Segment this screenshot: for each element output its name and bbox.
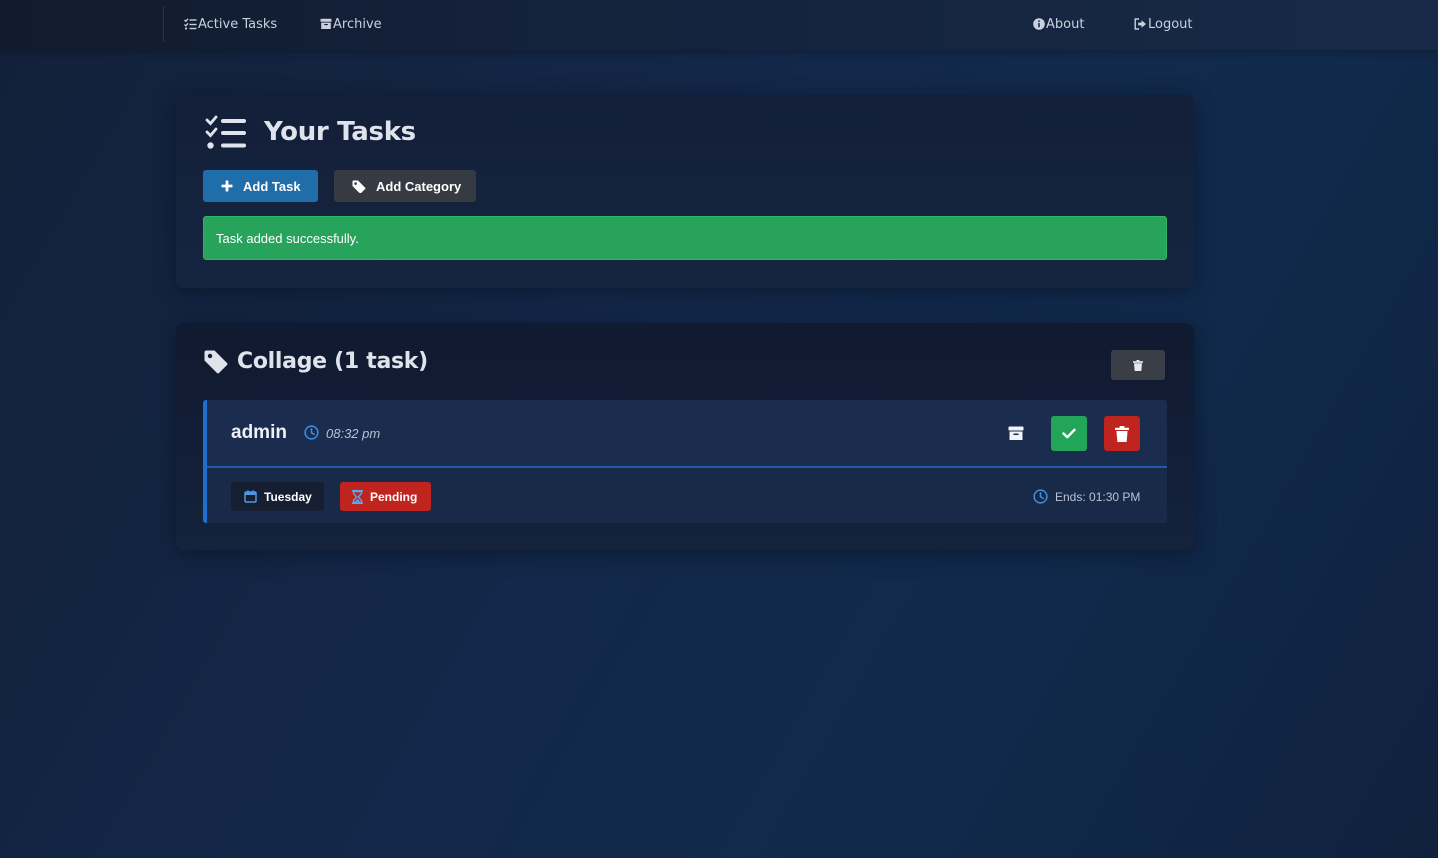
tag-icon [352,180,366,193]
check-icon [1062,428,1076,439]
add-category-button[interactable]: Add Category [334,170,476,202]
nav-about-label: About [1046,16,1085,32]
hourglass-icon [352,489,363,504]
archive-task-button[interactable] [998,416,1034,451]
nav-active-tasks[interactable]: Active Tasks [184,15,277,33]
list-check-icon [205,115,246,149]
day-badge: Tuesday [231,482,324,511]
task-name: admin [231,422,287,443]
nav-active-tasks-label: Active Tasks [198,16,278,32]
complete-task-button[interactable] [1051,416,1087,451]
archive-box-icon [1008,426,1024,440]
list-check-icon [184,18,197,30]
status-label: Pending [370,489,418,504]
task-divider [207,466,1167,468]
tag-icon [204,350,228,374]
nav-logout-label: Logout [1148,16,1193,32]
top-navbar: Active Tasks Archive About Logout [0,0,1438,50]
nav-logout[interactable]: Logout [1134,15,1193,33]
info-circle-icon [1033,18,1045,30]
plus-icon [221,180,233,192]
add-task-button[interactable]: Add Task [203,170,318,202]
nav-divider [163,6,164,42]
nav-about[interactable]: About [1033,15,1084,33]
archive-box-icon [320,18,332,29]
clock-icon [1033,489,1048,504]
page-title: Your Tasks [264,117,416,147]
delete-category-button[interactable] [1111,350,1165,380]
task-end-time: Ends: 01:30 PM [1033,489,1140,504]
calendar-icon [244,490,257,503]
success-alert: Task added successfully. [203,216,1167,260]
logout-icon [1134,18,1146,30]
nav-archive-label: Archive [333,16,382,32]
tasks-header-card: Your Tasks Add Task Add Category Task ad… [176,95,1194,288]
status-badge: Pending [340,482,431,511]
trash-icon [1115,425,1129,442]
add-task-label: Add Task [243,178,301,194]
category-title: Collage (1 task) [237,349,428,374]
clock-icon [304,425,319,440]
task-card: admin 08:32 pm Tuesday Pending Ends: 01:… [203,400,1167,523]
trash-icon [1133,359,1143,371]
task-end-time-label: Ends: 01:30 PM [1055,489,1141,504]
day-label: Tuesday [264,489,312,504]
delete-task-button[interactable] [1104,416,1140,451]
task-time: 08:32 pm [326,426,381,441]
category-card: Collage (1 task) admin 08:32 pm Tuesday … [176,323,1194,550]
add-category-label: Add Category [376,178,462,194]
nav-archive[interactable]: Archive [320,15,382,33]
